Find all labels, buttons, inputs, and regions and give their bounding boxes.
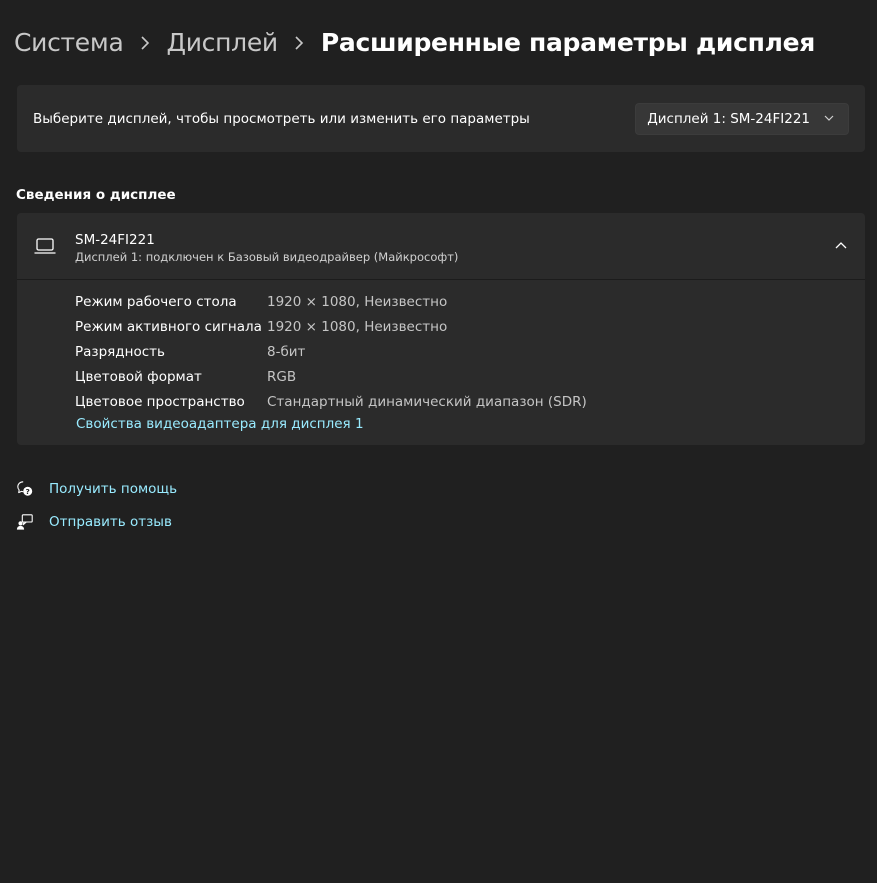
info-value: 8-бит <box>267 343 306 360</box>
info-key: Режим активного сигнала <box>75 318 262 335</box>
display-info-header[interactable]: SM-24FI221 Дисплей 1: подключен к Базовы… <box>17 213 865 280</box>
settings-page: Система Дисплей Расширенные параметры ди… <box>0 0 877 883</box>
display-dropdown[interactable]: Дисплей 1: SM-24FI221 <box>635 102 849 135</box>
help-icon: ? <box>15 479 35 499</box>
info-value: RGB <box>267 368 297 385</box>
get-help-link[interactable]: ? Получить помощь <box>15 479 177 499</box>
info-value: 1920 × 1080, Неизвестно <box>267 293 448 310</box>
chevron-down-icon <box>824 115 834 122</box>
info-row-active-signal: Режим активного сигнала 1920 × 1080, Неи… <box>75 314 587 339</box>
chevron-right-icon <box>278 35 321 50</box>
info-row-color-format: Цветовой формат RGB <box>75 364 587 389</box>
display-info-card: SM-24FI221 Дисплей 1: подключен к Базовы… <box>17 213 865 445</box>
info-row-bit-depth: Разрядность 8-бит <box>75 339 587 364</box>
adapter-properties-link[interactable]: Свойства видеоадаптера для дисплея 1 <box>76 416 364 432</box>
info-key: Цветовое пространство <box>75 393 245 410</box>
display-info-rows: Режим рабочего стола 1920 × 1080, Неизве… <box>75 289 587 414</box>
send-feedback-label: Отправить отзыв <box>49 514 172 530</box>
svg-text:?: ? <box>26 487 30 496</box>
chevron-right-icon <box>123 35 166 50</box>
info-value: Стандартный динамический диапазон (SDR) <box>267 393 587 410</box>
display-select-card: Выберите дисплей, чтобы просмотреть или … <box>17 85 865 152</box>
send-feedback-link[interactable]: Отправить отзыв <box>15 512 172 532</box>
info-key: Цветовой формат <box>75 368 202 385</box>
display-subtitle: Дисплей 1: подключен к Базовый видеодрай… <box>75 250 459 264</box>
monitor-icon <box>34 238 56 254</box>
page-title: Расширенные параметры дисплея <box>320 28 816 57</box>
info-key: Разрядность <box>75 343 165 360</box>
display-name: SM-24FI221 <box>75 232 155 248</box>
breadcrumb-item-system[interactable]: Система <box>14 28 124 57</box>
info-value: 1920 × 1080, Неизвестно <box>267 318 448 335</box>
breadcrumb: Система Дисплей Расширенные параметры ди… <box>14 28 815 57</box>
info-key: Режим рабочего стола <box>75 293 237 310</box>
display-dropdown-value: Дисплей 1: SM-24FI221 <box>647 110 810 127</box>
section-title: Сведения о дисплее <box>16 187 176 203</box>
display-select-label: Выберите дисплей, чтобы просмотреть или … <box>33 110 530 127</box>
info-row-desktop-mode: Режим рабочего стола 1920 × 1080, Неизве… <box>75 289 587 314</box>
breadcrumb-item-display[interactable]: Дисплей <box>166 28 278 57</box>
get-help-label: Получить помощь <box>49 481 178 497</box>
display-info-texts: SM-24FI221 Дисплей 1: подключен к Базовы… <box>75 231 458 265</box>
info-row-color-space: Цветовое пространство Стандартный динами… <box>75 389 587 414</box>
feedback-icon <box>15 512 35 532</box>
chevron-up-icon[interactable] <box>834 240 848 250</box>
